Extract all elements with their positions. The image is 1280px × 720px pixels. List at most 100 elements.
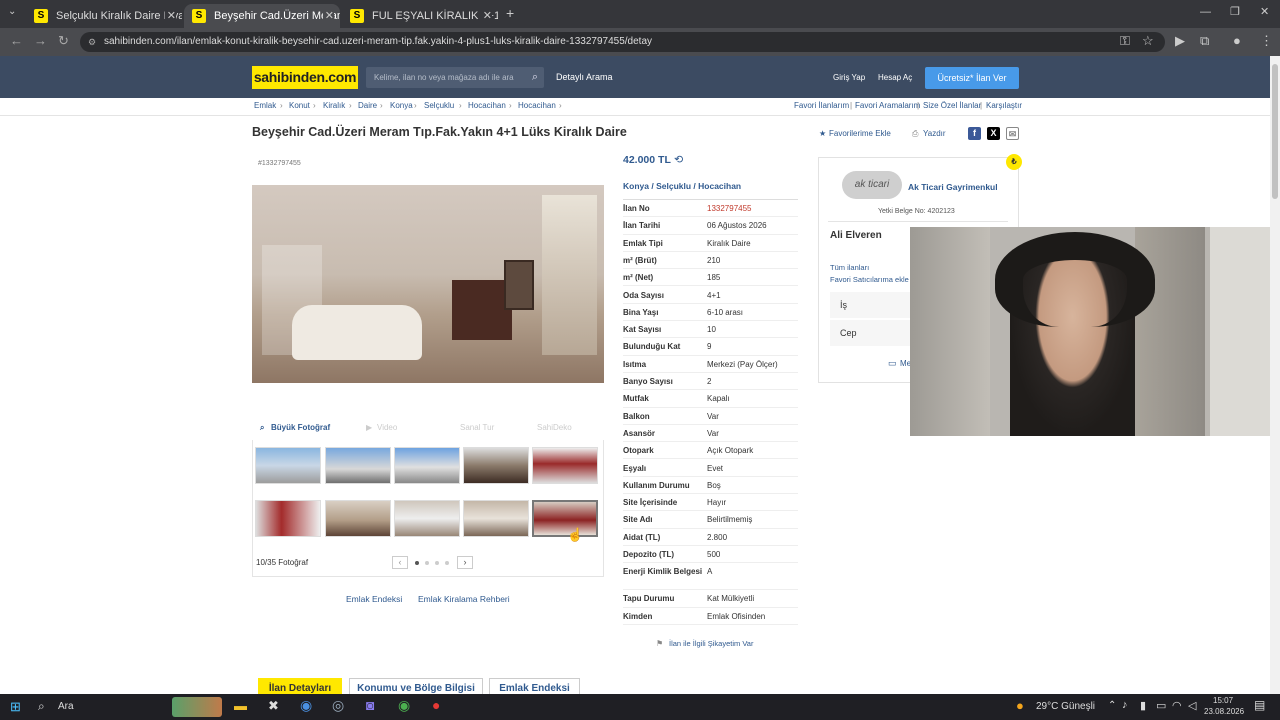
breadcrumb-item[interactable]: Selçuklu: [424, 101, 454, 110]
clock-time[interactable]: 15:07: [1213, 696, 1233, 705]
new-tab-plus-icon[interactable]: +: [506, 5, 514, 21]
weather-text[interactable]: 29°C Güneşli: [1036, 701, 1095, 712]
menu-dots-icon[interactable]: ⋮: [1260, 34, 1273, 48]
main-photo[interactable]: ak ticari: [252, 185, 604, 383]
video-tab[interactable]: Video: [377, 423, 397, 432]
location-city[interactable]: Konya: [623, 181, 649, 191]
notification-icon[interactable]: ▤: [1254, 698, 1265, 712]
site-logo[interactable]: sahibinden.com: [252, 66, 358, 89]
breadcrumb-item[interactable]: Konya: [390, 101, 413, 110]
favorite-ads-link[interactable]: Favori İlanlarım: [794, 101, 849, 110]
app-x-icon[interactable]: ✖: [268, 698, 279, 714]
scrollbar-thumb[interactable]: [1272, 64, 1278, 199]
taskbar-search-label[interactable]: Ara: [58, 701, 74, 712]
breadcrumb-item[interactable]: Hocacihan: [468, 101, 506, 110]
all-ads-link[interactable]: Tüm ilanları: [830, 263, 869, 272]
seller-logo[interactable]: ak ticari: [842, 171, 902, 199]
site-info-icon[interactable]: ⚙: [88, 32, 96, 52]
breadcrumb-item[interactable]: Hocacihan: [518, 101, 556, 110]
mobile-phone[interactable]: Cep: [830, 320, 910, 346]
chrome-active-icon[interactable]: ◉: [398, 697, 410, 714]
tab-list-chevron-icon[interactable]: ⌄: [8, 6, 16, 17]
back-arrow-icon[interactable]: ←: [10, 34, 23, 48]
rental-guide-link[interactable]: Emlak Kiralama Rehberi: [418, 594, 510, 604]
price-history-icon[interactable]: ⟲: [674, 153, 683, 166]
browser-tab-1[interactable]: S Selçuklu Kiralık Daire Fiyatları ve ✕: [26, 4, 182, 28]
work-phone[interactable]: İş: [830, 292, 910, 318]
breadcrumb-item[interactable]: Emlak: [254, 101, 276, 110]
widgets-thumbnail-icon[interactable]: [172, 697, 222, 717]
breadcrumb-item[interactable]: Kiralık: [323, 101, 345, 110]
network-icon[interactable]: ▭: [1156, 699, 1166, 712]
tab-title: Beyşehir Cad.Üzeri Meram Tıp.F: [214, 10, 340, 22]
sahibinden-favicon-icon: S: [34, 9, 48, 23]
clock-date[interactable]: 23.08.2026: [1204, 707, 1244, 716]
restore-icon[interactable]: ❐: [1230, 5, 1240, 18]
minimize-icon[interactable]: —: [1200, 6, 1211, 18]
chrome-icon[interactable]: ◉: [300, 697, 312, 714]
tray-chevron-icon[interactable]: ⌃: [1108, 700, 1116, 711]
breadcrumb-item[interactable]: Konut: [289, 101, 310, 110]
forward-arrow-icon[interactable]: →: [34, 34, 47, 48]
detail-value: Kiralık Daire: [707, 238, 751, 248]
obs-icon[interactable]: ●: [432, 697, 440, 713]
email-icon[interactable]: ✉: [1006, 127, 1019, 140]
big-photo-link[interactable]: Büyük Fotoğraf: [271, 423, 330, 432]
x-twitter-icon[interactable]: X: [987, 127, 1000, 140]
close-icon[interactable]: ✕: [164, 6, 176, 26]
print-link[interactable]: Yazdır: [923, 129, 946, 138]
detail-row: Mutfak Kapalı: [623, 390, 798, 408]
search-icon[interactable]: ⌕: [38, 699, 45, 714]
browser-tab-2[interactable]: S Beyşehir Cad.Üzeri Meram Tıp.F ✕: [184, 4, 340, 28]
favorite-seller-link[interactable]: Favori Satıcılarıma ekle: [830, 275, 909, 284]
detail-value: 6-10 arası: [707, 307, 744, 317]
close-icon[interactable]: ✕: [322, 6, 334, 26]
complaint-link[interactable]: İlan ile İlgili Şikayetim Var: [669, 639, 753, 648]
login-link[interactable]: Giriş Yap: [833, 73, 865, 82]
location-district[interactable]: Selçuklu: [656, 181, 691, 191]
register-link[interactable]: Hesap Aç: [878, 73, 912, 82]
reload-icon[interactable]: ↻: [58, 34, 69, 48]
url-input[interactable]: ⚙ sahibinden.com/ilan/emlak-konut-kirali…: [80, 32, 1165, 52]
bluetooth-icon[interactable]: ♪: [1122, 699, 1128, 711]
close-window-icon[interactable]: ✕: [1260, 5, 1269, 18]
discord-icon[interactable]: ◙: [366, 697, 374, 713]
detail-key: Kimden: [623, 611, 653, 621]
steam-icon[interactable]: ◎: [332, 697, 344, 714]
sahideko-tab[interactable]: SahiDeko: [537, 423, 572, 432]
detail-value: A: [707, 567, 713, 577]
virtual-tour-tab[interactable]: Sanal Tur: [460, 423, 494, 432]
detail-row: m² (Net) 185: [623, 269, 798, 287]
search-icon[interactable]: ⌕: [532, 67, 538, 88]
breadcrumb-item[interactable]: Daire: [358, 101, 377, 110]
bookmark-star-icon[interactable]: ☆: [1142, 34, 1154, 48]
volume-icon[interactable]: ◁: [1188, 699, 1196, 712]
profile-avatar-icon[interactable]: ●: [1233, 34, 1241, 48]
post-ad-button[interactable]: Ücretsiz* İlan Ver: [925, 67, 1019, 89]
sun-weather-icon: ●: [1016, 698, 1024, 713]
special-ads-link[interactable]: Size Özel İlanlar: [923, 101, 981, 110]
favorite-searches-link[interactable]: Favori Aramalarım: [855, 101, 920, 110]
mic-icon[interactable]: ▮: [1140, 699, 1146, 712]
puzzle-icon[interactable]: ⧉: [1200, 34, 1209, 48]
windows-start-icon[interactable]: ⊞: [10, 699, 21, 715]
search-input[interactable]: Kelime, ilan no veya mağaza adı ile ara …: [366, 67, 544, 88]
browser-tab-3[interactable]: S FUL EŞYALI KİRALIK 3+1 LÜKS D ✕: [342, 4, 498, 28]
detail-value: 4+1: [707, 290, 721, 300]
seller-company-link[interactable]: Ak Ticari Gayrimenkul: [908, 182, 998, 192]
add-favorite-link[interactable]: Favorilerime Ekle: [829, 129, 891, 138]
facebook-icon[interactable]: f: [968, 127, 981, 140]
extension-icon[interactable]: ▶: [1175, 34, 1185, 48]
file-explorer-icon[interactable]: ▬: [234, 698, 247, 713]
close-icon[interactable]: ✕: [480, 6, 492, 26]
compare-link[interactable]: Karşılaştır: [986, 101, 1022, 110]
detail-key: Bina Yaşı: [623, 307, 659, 317]
real-estate-index-link[interactable]: Emlak Endeksi: [346, 594, 402, 604]
detail-key: Tapu Durumu: [623, 594, 675, 604]
location-neighborhood[interactable]: Hocacihan: [698, 181, 741, 191]
wifi-icon[interactable]: ◠: [1172, 699, 1182, 712]
detail-row: Balkon Var: [623, 408, 798, 425]
password-key-icon[interactable]: ⚿: [1120, 34, 1130, 48]
detailed-search-link[interactable]: Detaylı Arama: [556, 72, 613, 82]
breadcrumb-sep: ›: [509, 101, 512, 110]
